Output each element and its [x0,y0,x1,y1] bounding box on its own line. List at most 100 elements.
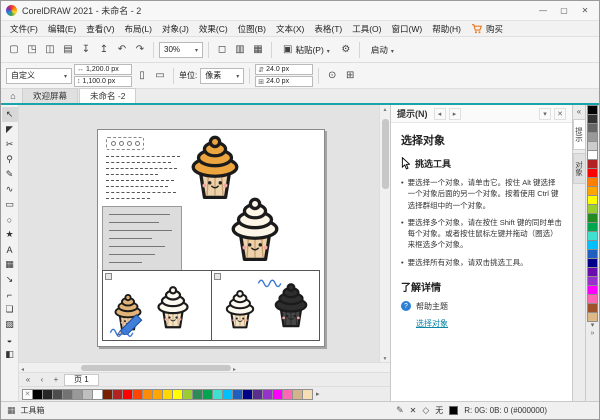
hints-close-icon[interactable]: ✕ [554,108,566,120]
nudge-distance-field[interactable]: ⇵ 24.0 px [255,64,313,75]
artistic-media-tool[interactable]: ∿ [2,182,18,197]
vertical-scrollbar[interactable] [379,105,390,362]
vertical-scroll-thumb[interactable] [382,119,389,189]
cupcake-small-sketch[interactable] [151,283,195,331]
scroll-up-icon[interactable] [380,105,390,115]
options-gear-icon[interactable]: ⚙ [338,41,354,59]
no-color-swatch[interactable] [22,389,33,400]
paste-button[interactable]: ▣ 粘贴(P) [277,41,336,59]
minimize-button[interactable]: — [534,4,552,18]
menu-item[interactable]: 帮助(H) [427,23,466,35]
new-document-icon[interactable]: ▢ [6,41,22,59]
menu-item[interactable]: 窗口(W) [387,23,428,35]
hints-forward-icon[interactable]: ▸ [449,108,461,120]
cupcake-small-white[interactable] [220,287,260,331]
menu-item[interactable]: 查看(V) [81,23,119,35]
artwork-stamp-box[interactable] [106,137,144,150]
pick-tool[interactable]: ↖ [2,107,18,122]
menu-item[interactable]: 工具(O) [347,23,386,35]
cupcake-orange[interactable] [182,134,248,200]
crop-tool[interactable]: ✂ [2,137,18,152]
menu-item[interactable]: 位图(B) [233,23,271,35]
buy-menu-item[interactable]: 购买 [466,23,508,35]
menu-item[interactable]: 效果(C) [194,23,233,35]
color-swatch[interactable] [587,312,598,322]
rectangle-tool[interactable]: ▭ [2,197,18,212]
freehand-tool[interactable]: ✎ [2,167,18,182]
text-tool[interactable]: A [2,242,18,257]
print-icon[interactable]: ▤ [60,41,76,59]
palette-scroll-down-icon[interactable]: ▾ [591,322,595,330]
page-1-tab[interactable]: 页 1 [64,374,99,386]
cupcake-white[interactable] [222,196,288,262]
eyedropper-tool[interactable]: ◒ [2,332,18,347]
menu-item[interactable]: 文件(F) [5,23,43,35]
menu-item[interactable]: 编辑(E) [43,23,81,35]
connector-tool[interactable]: ⌐ [2,287,18,302]
canvas[interactable] [19,105,379,362]
artwork-gray-panel[interactable] [102,206,182,276]
import-icon[interactable]: ↧ [78,41,94,59]
show-rulers-icon[interactable]: ▥ [232,41,248,59]
fill-tool[interactable]: ◧ [2,347,18,362]
hints-menu-icon[interactable]: ▾ [539,108,551,120]
artwork-panel-left[interactable] [102,270,212,341]
hints-back-icon[interactable]: ◂ [434,108,446,120]
units-select[interactable]: 像素 [200,68,244,84]
toolbox-flyout-icon[interactable]: ▦ [7,405,16,416]
palette-scroll-right-icon[interactable]: ▸ [316,390,320,398]
blue-scribble[interactable] [107,323,139,337]
open-folder-icon[interactable]: ◳ [24,41,40,59]
dimension-tool[interactable]: ↘ [2,272,18,287]
maximize-button[interactable]: ▢ [555,4,573,18]
artwork-text-lines[interactable] [106,156,180,204]
menu-item[interactable]: 布局(L) [120,23,157,35]
horizontal-scrollbar[interactable] [19,362,390,372]
zoom-tool[interactable]: ⚲ [2,152,18,167]
page-size-preset-select[interactable]: 自定义 [6,68,72,84]
duplicate-distance-field[interactable]: ⊞ 24.0 px [255,76,313,87]
undo-icon[interactable]: ↶ [114,41,130,59]
page-height-field[interactable]: ↕ 1,100.0 px [74,76,132,87]
document-options-icon[interactable]: ⊞ [342,67,358,85]
launch-button[interactable]: 启动 [365,41,400,59]
collapse-dockers-icon[interactable]: « [577,107,581,116]
shape-tool[interactable]: ◤ [2,122,18,137]
transparency-tool[interactable]: ▨ [2,317,18,332]
menu-item[interactable]: 文本(X) [271,23,309,35]
save-icon[interactable]: ◫ [42,41,58,59]
tab-untitled-2[interactable]: 未命名 -2 [79,88,136,103]
welcome-home-icon[interactable]: ⌂ [4,89,22,103]
docker-tab-objects[interactable]: 对象 [573,153,586,184]
select-objects-link[interactable]: 选择对象 [416,318,562,329]
show-grid-icon[interactable]: ▦ [250,41,266,59]
table-tool[interactable]: ▦ [2,257,18,272]
ellipse-tool[interactable]: ○ [2,212,18,227]
shadow-tool[interactable]: ❏ [2,302,18,317]
add-page-icon[interactable]: + [50,374,62,386]
landscape-orientation-icon[interactable]: ▭ [152,67,168,85]
docker-tab-hints[interactable]: 提示 [573,119,586,150]
color-swatch[interactable] [302,389,313,400]
page-width-field[interactable]: ↔ 1,200.0 px [74,64,132,75]
redo-icon[interactable]: ↷ [132,41,148,59]
help-topics-link[interactable]: ? 帮助主题 [401,301,562,312]
prev-page-icon[interactable]: ‹ [36,374,48,386]
blue-scribble[interactable] [256,275,286,289]
menu-item[interactable]: 对象(J) [157,23,194,35]
zoom-level-select[interactable]: 30% [159,42,203,58]
scroll-right-icon[interactable] [231,363,238,373]
menu-item[interactable]: 表格(T) [309,23,347,35]
scroll-left-icon[interactable] [19,363,26,373]
polygon-tool[interactable]: ★ [2,227,18,242]
scroll-down-icon[interactable] [380,352,390,362]
close-button[interactable]: ✕ [576,4,594,18]
palette-flyout-icon[interactable]: » [591,330,595,338]
horizontal-scroll-thumb[interactable] [81,365,231,371]
export-icon[interactable]: ↥ [96,41,112,59]
snap-options-icon[interactable]: ⊙ [324,67,340,85]
artwork-panel-right[interactable] [211,270,321,341]
first-page-icon[interactable]: « [22,374,34,386]
fullscreen-preview-icon[interactable]: ◻ [214,41,230,59]
tab-welcome-screen[interactable]: 欢迎屏幕 [22,88,78,103]
